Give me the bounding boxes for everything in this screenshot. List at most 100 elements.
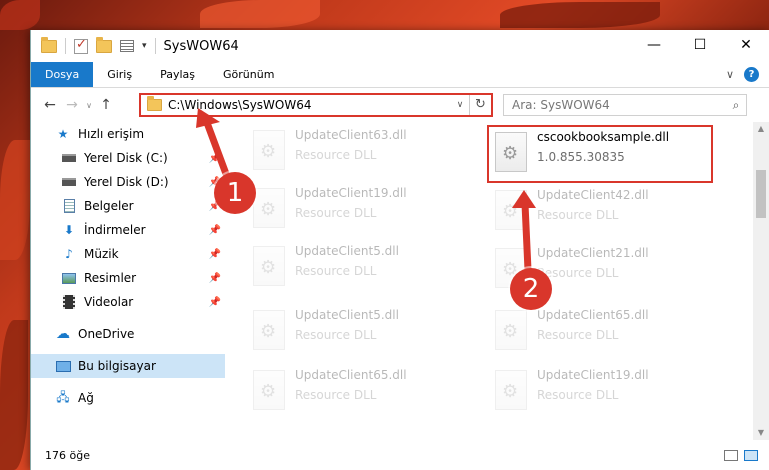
background-leaf bbox=[0, 0, 40, 30]
download-icon: ⬇ bbox=[63, 223, 75, 237]
dll-file-icon: ⚙ bbox=[253, 130, 285, 170]
video-icon bbox=[61, 295, 77, 309]
window-title: SysWOW64 bbox=[163, 38, 239, 54]
file-item[interactable]: ⚙ UpdateClient5.dll Resource DLL bbox=[249, 306, 473, 362]
step-badge-2: 2 bbox=[510, 268, 552, 310]
file-description: Resource DLL bbox=[295, 388, 377, 402]
file-description: Resource DLL bbox=[537, 266, 619, 280]
drive-icon bbox=[61, 175, 77, 189]
pin-icon[interactable]: 📌 bbox=[209, 273, 221, 284]
search-input[interactable]: Ara: SysWOW64 bbox=[512, 98, 726, 112]
sidebar-item-local-disk-c[interactable]: Yerel Disk (C:) 📌 bbox=[31, 146, 225, 170]
maximize-button[interactable]: ☐ bbox=[677, 30, 723, 60]
details-view-icon[interactable] bbox=[724, 449, 738, 461]
scrollbar-thumb[interactable] bbox=[756, 170, 766, 218]
close-button[interactable]: ✕ bbox=[723, 30, 769, 60]
refresh-icon[interactable]: ↻ bbox=[469, 95, 491, 115]
sidebar-item-label: Müzik bbox=[84, 247, 119, 261]
cloud-icon: ☁ bbox=[56, 326, 70, 342]
file-item[interactable]: ⚙ UpdateClient65.dll Resource DLL bbox=[491, 306, 715, 362]
help-icon[interactable]: ? bbox=[744, 67, 759, 82]
sidebar-item-quick-access[interactable]: ★ Hızlı erişim bbox=[31, 122, 225, 146]
file-item[interactable]: ⚙ UpdateClient5.dll Resource DLL bbox=[249, 242, 473, 298]
sidebar-item-onedrive[interactable]: ☁ OneDrive bbox=[31, 322, 225, 346]
sidebar-item-label: OneDrive bbox=[78, 327, 135, 341]
dll-file-icon: ⚙ bbox=[495, 370, 527, 410]
window-controls: — ☐ ✕ bbox=[631, 30, 769, 60]
gear-icon: ⚙ bbox=[502, 381, 519, 402]
network-icon: 🖧 bbox=[56, 389, 70, 404]
customize-toolbar-chevron-icon[interactable]: ▾ bbox=[142, 41, 147, 51]
sidebar-item-label: Bu bilgisayar bbox=[78, 359, 156, 373]
search-icon[interactable]: ⌕ bbox=[726, 98, 746, 113]
pin-icon[interactable]: 📌 bbox=[209, 225, 221, 236]
properties-icon[interactable] bbox=[120, 40, 134, 52]
address-dropdown-chevron-icon[interactable]: ∨ bbox=[451, 100, 469, 110]
sidebar-item-videos[interactable]: Videolar 📌 bbox=[31, 290, 225, 314]
title-bar: ▾ SysWOW64 — ☐ ✕ bbox=[31, 30, 769, 62]
expand-ribbon-chevron-icon[interactable]: ∨ bbox=[726, 68, 734, 81]
tab-view[interactable]: Görünüm bbox=[209, 62, 288, 87]
ribbon-tabs: Dosya Giriş Paylaş Görünüm ∨ ? bbox=[31, 62, 769, 88]
tab-file[interactable]: Dosya bbox=[31, 62, 94, 87]
status-bar: 176 öğe bbox=[31, 440, 769, 470]
pin-icon[interactable]: 📌 bbox=[209, 297, 221, 308]
back-arrow-icon[interactable]: ← bbox=[39, 97, 61, 113]
scroll-up-icon[interactable]: ▲ bbox=[753, 122, 769, 136]
gear-icon: ⚙ bbox=[502, 321, 519, 342]
sidebar-item-downloads[interactable]: ⬇ İndirmeler 📌 bbox=[31, 218, 225, 242]
sidebar-item-network[interactable]: 🖧 Ağ bbox=[31, 386, 225, 410]
scroll-down-icon[interactable]: ▼ bbox=[753, 426, 769, 440]
file-description: Resource DLL bbox=[537, 388, 619, 402]
documents-icon bbox=[61, 199, 77, 213]
tab-home[interactable]: Giriş bbox=[93, 62, 146, 87]
divider bbox=[65, 38, 66, 54]
file-name: UpdateClient19.dll bbox=[295, 186, 407, 200]
recent-locations-chevron-icon[interactable]: ∨ bbox=[83, 101, 95, 110]
search-box[interactable]: Ara: SysWOW64 ⌕ bbox=[503, 94, 747, 116]
file-description: Resource DLL bbox=[537, 328, 619, 342]
tab-share[interactable]: Paylaş bbox=[146, 62, 209, 87]
address-row: ← → ∨ ↑ C:\Windows\SysWOW64 ∨ ↻ Ara: Sys… bbox=[31, 88, 769, 122]
file-description: Resource DLL bbox=[295, 328, 377, 342]
address-path[interactable]: C:\Windows\SysWOW64 bbox=[168, 98, 451, 112]
gear-icon: ⚙ bbox=[260, 141, 277, 162]
quick-access-toolbar: ▾ bbox=[41, 36, 156, 54]
large-icons-view-icon[interactable] bbox=[744, 449, 758, 461]
file-name: UpdateClient65.dll bbox=[537, 308, 649, 322]
minimize-button[interactable]: — bbox=[631, 30, 677, 60]
gear-icon: ⚙ bbox=[260, 381, 277, 402]
file-item[interactable]: ⚙ UpdateClient63.dll Resource DLL bbox=[249, 126, 473, 182]
properties-check-icon[interactable] bbox=[74, 37, 88, 54]
file-item[interactable]: ⚙ UpdateClient19.dll Resource DLL bbox=[249, 184, 473, 240]
pin-icon[interactable]: 📌 bbox=[209, 249, 221, 260]
navigation-pane: ★ Hızlı erişim Yerel Disk (C:) 📌 Yerel D… bbox=[31, 122, 225, 440]
pin-icon[interactable]: 📌 bbox=[209, 153, 221, 164]
sidebar-item-pictures[interactable]: Resimler 📌 bbox=[31, 266, 225, 290]
file-item[interactable]: ⚙ UpdateClient65.dll Resource DLL bbox=[249, 366, 473, 422]
up-arrow-icon[interactable]: ↑ bbox=[95, 97, 117, 113]
file-description: Resource DLL bbox=[295, 206, 377, 220]
gear-icon: ⚙ bbox=[502, 201, 519, 222]
step-badge-1: 1 bbox=[214, 172, 256, 214]
sidebar-item-documents[interactable]: Belgeler 📌 bbox=[31, 194, 225, 218]
computer-icon bbox=[55, 359, 71, 373]
forward-arrow-icon[interactable]: → bbox=[61, 97, 83, 113]
file-description: Resource DLL bbox=[537, 208, 619, 222]
sidebar-item-local-disk-d[interactable]: Yerel Disk (D:) 📌 bbox=[31, 170, 225, 194]
drive-icon bbox=[61, 151, 77, 165]
sidebar-item-this-pc[interactable]: Bu bilgisayar bbox=[31, 354, 225, 378]
vertical-scrollbar[interactable]: ▲ ▼ bbox=[753, 122, 769, 440]
file-item[interactable]: ⚙ UpdateClient19.dll Resource DLL bbox=[491, 366, 715, 422]
file-name: UpdateClient65.dll bbox=[295, 368, 407, 382]
star-icon: ★ bbox=[57, 127, 69, 141]
file-name: UpdateClient5.dll bbox=[295, 244, 399, 258]
explorer-window: ▾ SysWOW64 — ☐ ✕ Dosya Giriş Paylaş Görü… bbox=[30, 30, 769, 470]
sidebar-item-music[interactable]: ♪ Müzik 📌 bbox=[31, 242, 225, 266]
new-folder-icon[interactable] bbox=[96, 36, 112, 53]
dll-file-icon: ⚙ bbox=[253, 246, 285, 286]
address-bar[interactable]: C:\Windows\SysWOW64 ∨ ↻ bbox=[139, 93, 493, 117]
file-description: Resource DLL bbox=[295, 264, 377, 278]
view-toggle bbox=[724, 449, 758, 461]
file-item[interactable]: ⚙ UpdateClient42.dll Resource DLL bbox=[491, 186, 715, 242]
